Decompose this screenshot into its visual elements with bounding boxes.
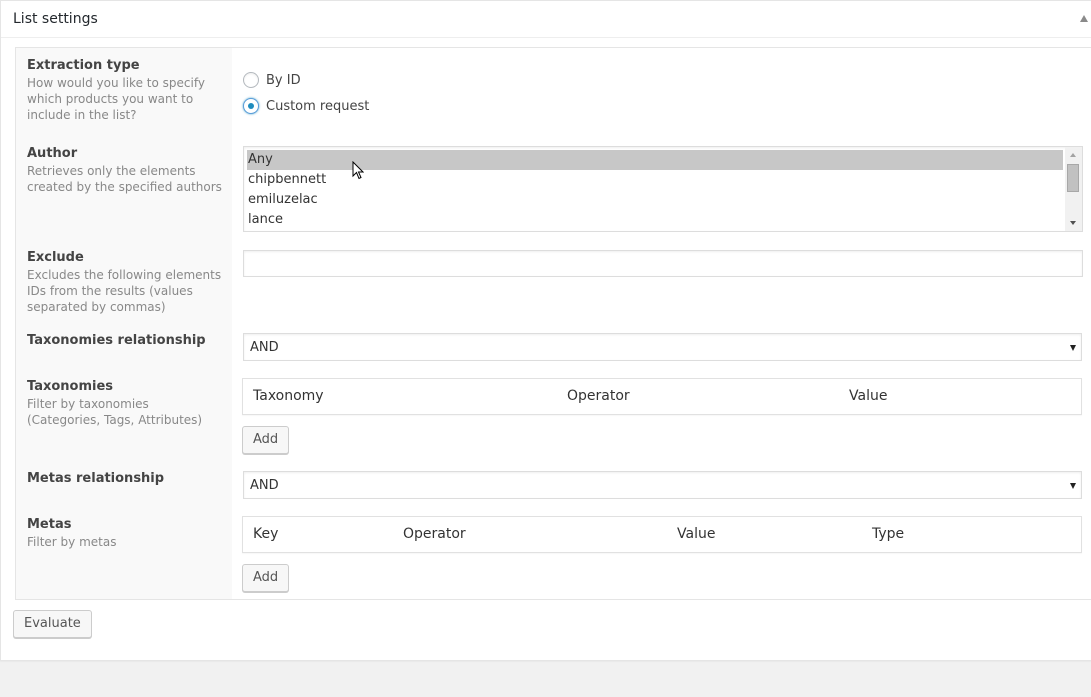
metas-add-button[interactable]: Add: [242, 564, 290, 592]
author-multiselect[interactable]: Any chipbennett emiluzelac lance: [243, 146, 1083, 232]
extraction-type-label: Extraction type: [27, 58, 140, 73]
radio-by-id[interactable]: By ID: [243, 72, 301, 88]
author-label: Author: [27, 146, 78, 161]
author-description: Retrieves only the elements created by t…: [27, 164, 222, 194]
dropdown-arrow-icon: [1070, 345, 1076, 351]
author-option-any[interactable]: Any: [247, 150, 1063, 170]
column-key: Key: [253, 526, 279, 542]
extraction-type-description: How would you like to specify which prod…: [27, 76, 205, 122]
panel-header[interactable]: List settings: [1, 1, 1091, 38]
radio-by-id-circle[interactable]: [243, 72, 259, 88]
column-taxonomy: Taxonomy: [253, 388, 324, 404]
column-operator: Operator: [403, 526, 466, 542]
column-operator: Operator: [567, 388, 630, 404]
metas-relationship-label: Metas relationship: [27, 471, 165, 486]
scrollbar-thumb[interactable]: [1067, 164, 1079, 192]
exclude-input[interactable]: [243, 250, 1083, 277]
radio-custom-request-label: Custom request: [266, 98, 370, 114]
author-option-emiluzelac[interactable]: emiluzelac: [244, 190, 1063, 210]
author-option-chipbennett[interactable]: chipbennett: [244, 170, 1063, 190]
metas-relationship-select[interactable]: AND: [243, 471, 1082, 499]
dropdown-arrow-icon: [1070, 483, 1076, 489]
metas-table-header: Key Operator Value Type: [242, 516, 1082, 553]
metas-relationship-value: AND: [250, 478, 279, 493]
column-value: Value: [849, 388, 888, 404]
taxonomies-label: Taxonomies: [27, 379, 114, 394]
panel-title: List settings: [13, 11, 98, 27]
collapse-toggle-icon[interactable]: [1080, 15, 1088, 22]
radio-by-id-label: By ID: [266, 72, 301, 88]
radio-custom-request-circle[interactable]: [243, 98, 259, 114]
scroll-down-arrow-icon[interactable]: [1070, 221, 1076, 225]
scroll-up-arrow-icon[interactable]: [1070, 153, 1076, 157]
settings-form-table: Extraction type How would you like to sp…: [15, 47, 1091, 600]
radio-custom-request[interactable]: Custom request: [243, 98, 369, 114]
author-option-lance[interactable]: lance: [244, 210, 1063, 230]
column-value: Value: [677, 526, 716, 542]
exclude-description: Excludes the following elements IDs from…: [27, 268, 222, 314]
column-type: Type: [872, 526, 905, 542]
taxonomies-description: Filter by taxonomies (Categories, Tags, …: [27, 397, 203, 427]
metas-description: Filter by metas: [27, 535, 117, 549]
taxonomies-relationship-value: AND: [250, 340, 279, 355]
taxonomies-relationship-select[interactable]: AND: [243, 333, 1082, 361]
evaluate-button[interactable]: Evaluate: [13, 610, 92, 638]
taxonomies-add-button[interactable]: Add: [242, 426, 290, 454]
exclude-label: Exclude: [27, 250, 84, 265]
taxonomies-table-header: Taxonomy Operator Value: [242, 378, 1082, 415]
list-settings-panel: List settings Extraction type How would …: [0, 0, 1091, 661]
taxonomies-relationship-label: Taxonomies relationship: [27, 333, 206, 348]
metas-label: Metas: [27, 517, 72, 532]
author-scrollbar[interactable]: [1065, 147, 1082, 231]
